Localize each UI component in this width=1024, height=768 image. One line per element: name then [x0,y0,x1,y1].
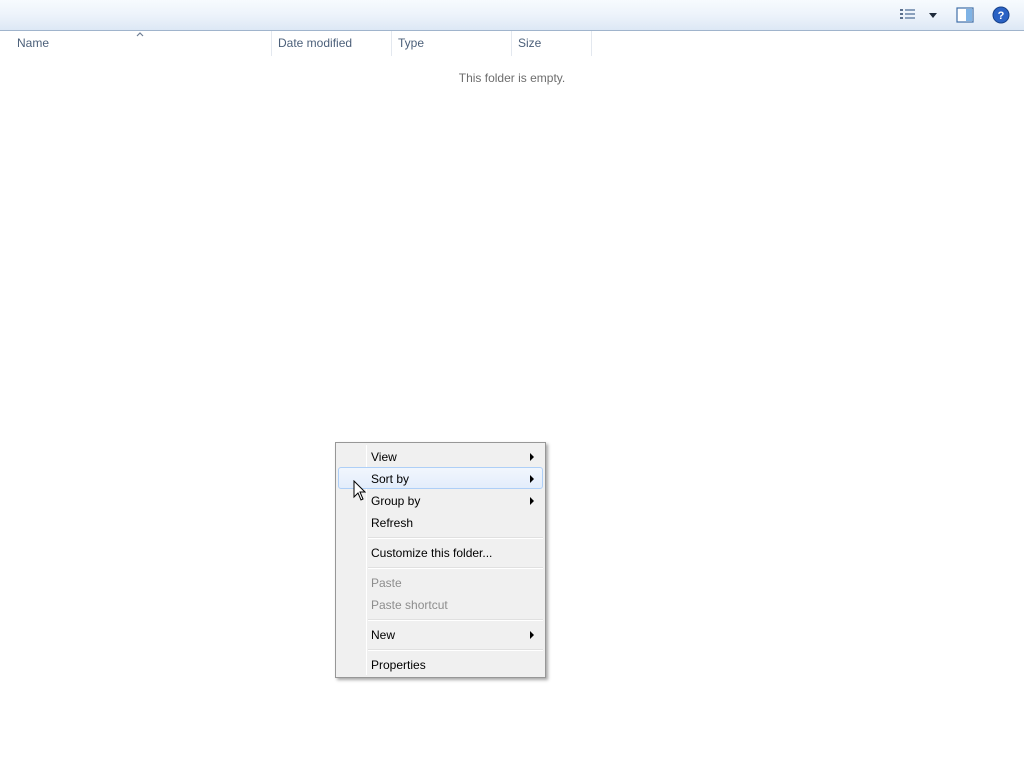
column-header-date-modified[interactable]: Date modified [272,31,392,56]
menu-separator [368,619,543,621]
menu-item-properties[interactable]: Properties [338,653,543,675]
menu-item-new[interactable]: New [338,623,543,645]
dropdown-arrow-icon[interactable] [927,10,939,20]
menu-item-paste-shortcut: Paste shortcut [338,593,543,615]
context-menu: View Sort by Group by Refresh Customize … [335,442,546,678]
sort-ascending-icon [136,32,144,37]
menu-item-label: Sort by [371,472,410,486]
menu-separator [368,537,543,539]
submenu-arrow-icon [530,631,534,639]
menu-item-label: Properties [371,658,426,672]
submenu-arrow-icon [530,475,534,483]
preview-pane-icon [956,7,974,23]
explorer-window: ? Name Date modified Type Size This fold… [0,0,1024,768]
column-header-type[interactable]: Type [392,31,512,56]
views-button[interactable] [898,4,940,26]
empty-folder-message: This folder is empty. [458,71,566,85]
menu-item-group-by[interactable]: Group by [338,489,543,511]
submenu-arrow-icon [530,497,534,505]
views-icon [900,9,915,19]
menu-item-label: View [371,450,397,464]
help-icon: ? [992,6,1010,24]
menu-item-label: Paste shortcut [371,598,448,612]
column-header-row: Name Date modified Type Size [0,31,1024,56]
menu-separator [368,567,543,569]
menu-separator [368,649,543,651]
command-bar: ? [0,0,1024,31]
menu-item-refresh[interactable]: Refresh [338,511,543,533]
menu-item-label: New [371,628,396,642]
svg-text:?: ? [998,10,1005,22]
mouse-cursor-icon [353,480,367,501]
menu-item-label: Customize this folder... [371,546,493,560]
menu-item-label: Refresh [371,516,414,530]
menu-item-paste: Paste [338,571,543,593]
menu-item-customize-folder[interactable]: Customize this folder... [338,541,543,563]
menu-item-sort-by[interactable]: Sort by [338,467,543,489]
menu-item-label: Paste [371,576,402,590]
preview-pane-button[interactable] [953,4,977,26]
column-header-size[interactable]: Size [512,31,592,56]
menu-item-view[interactable]: View [338,445,543,467]
help-button[interactable]: ? [989,4,1013,26]
menu-item-label: Group by [371,494,421,508]
submenu-arrow-icon [530,453,534,461]
